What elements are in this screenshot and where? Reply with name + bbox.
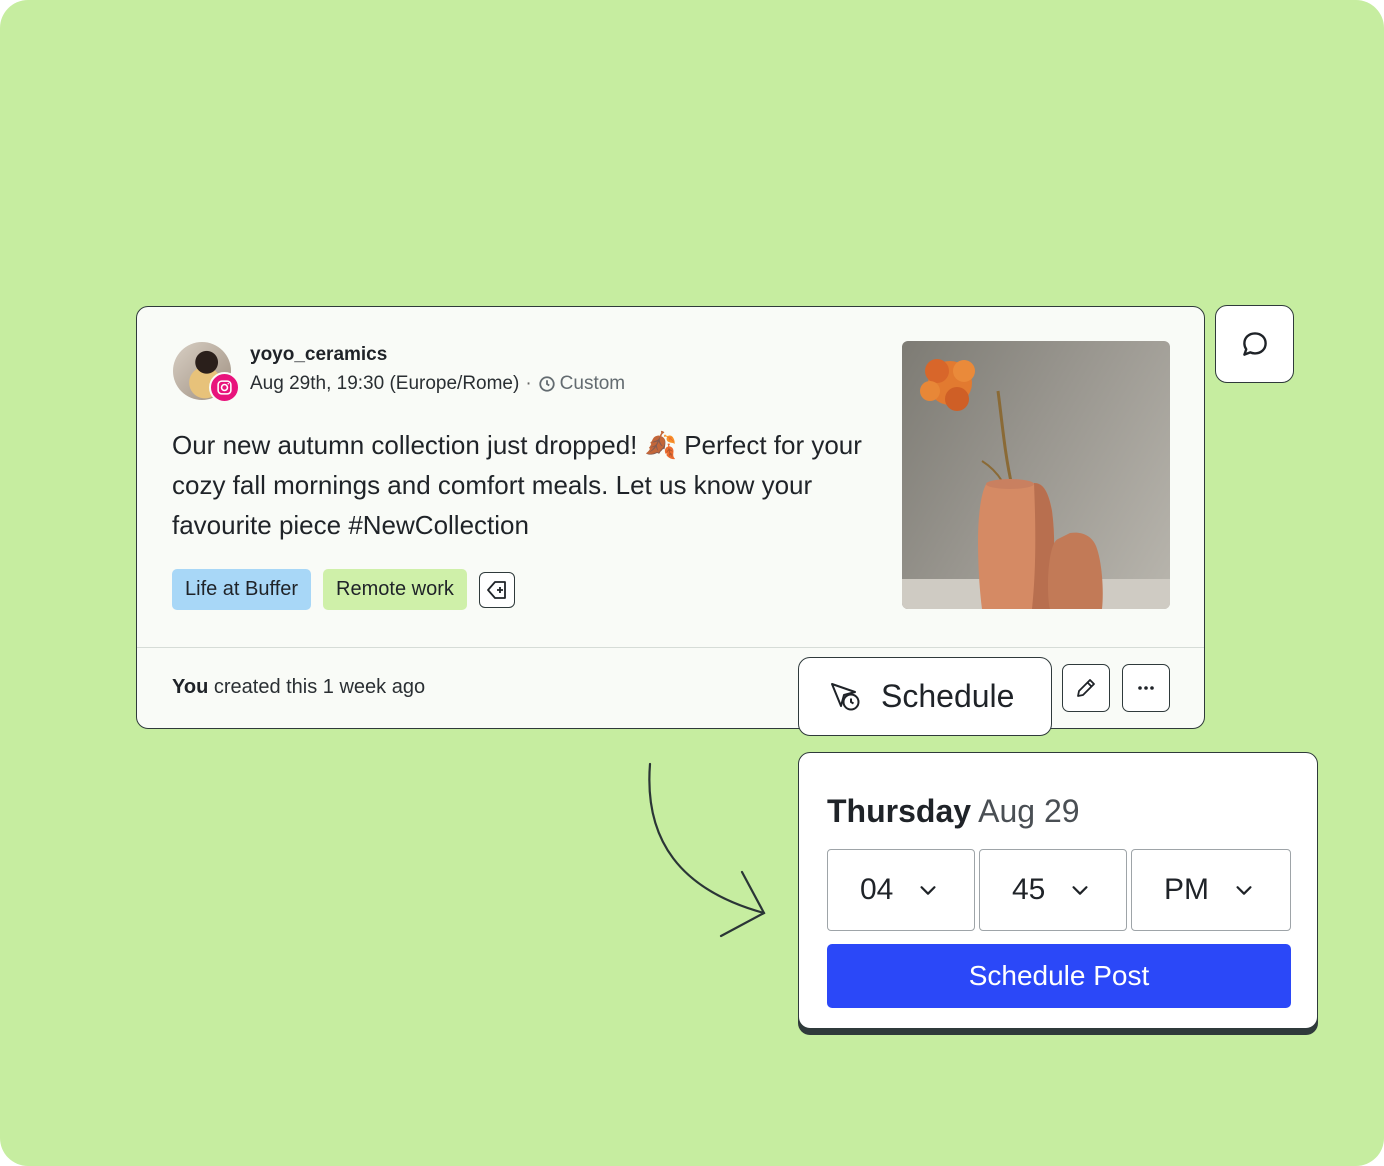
tag-remote-work[interactable]: Remote work bbox=[323, 569, 467, 610]
post-meta: Aug 29th, 19:30 (Europe/Rome) · Custom bbox=[250, 373, 625, 395]
pencil-icon bbox=[1077, 679, 1095, 697]
schedule-send-icon bbox=[831, 682, 860, 710]
tag-list: Life at Buffer Remote work bbox=[172, 569, 515, 610]
created-info: You created this 1 week ago bbox=[172, 676, 425, 699]
card-divider bbox=[137, 647, 1204, 648]
meridiem-select[interactable]: PM bbox=[1131, 849, 1291, 931]
background-canvas: yoyo_ceramics Aug 29th, 19:30 (Europe/Ro… bbox=[0, 0, 1384, 1166]
chevron-down-icon bbox=[1236, 886, 1252, 895]
account-username[interactable]: yoyo_ceramics bbox=[250, 344, 387, 366]
chevron-down-icon bbox=[1072, 886, 1088, 895]
popup-weekday: Thursday bbox=[827, 793, 972, 829]
clock-icon bbox=[538, 375, 556, 393]
chevron-down-icon bbox=[920, 886, 936, 895]
more-options-button[interactable] bbox=[1122, 664, 1170, 712]
comment-icon bbox=[1242, 332, 1267, 356]
edit-button[interactable] bbox=[1062, 664, 1110, 712]
post-text: Our new autumn collection just dropped! … bbox=[172, 430, 862, 540]
tag-life-at-buffer[interactable]: Life at Buffer bbox=[172, 569, 312, 610]
comment-button[interactable] bbox=[1215, 305, 1294, 383]
schedule-button[interactable]: Schedule bbox=[798, 657, 1052, 736]
meridiem-value: PM bbox=[1164, 873, 1209, 906]
minute-value: 45 bbox=[1012, 873, 1046, 906]
arrow-connector bbox=[648, 762, 766, 938]
instagram-icon bbox=[209, 372, 240, 403]
meta-separator: · bbox=[525, 373, 532, 394]
schedule-type-label: Custom bbox=[559, 373, 626, 394]
creator-name: You bbox=[172, 676, 209, 698]
tag-plus-icon bbox=[486, 580, 506, 599]
minute-select[interactable]: 45 bbox=[979, 849, 1127, 931]
hour-select[interactable]: 04 bbox=[827, 849, 975, 931]
popup-date: Thursday Aug 29 bbox=[827, 793, 1080, 830]
popup-date-value: Aug 29 bbox=[978, 793, 1080, 829]
hour-value: 04 bbox=[860, 873, 894, 906]
more-horizontal-icon bbox=[1138, 686, 1154, 690]
schedule-popup: Thursday Aug 29 04 45 PM Schedule Post bbox=[798, 752, 1318, 1029]
add-tag-button[interactable] bbox=[478, 571, 515, 608]
post-image[interactable] bbox=[902, 341, 1170, 609]
created-text: created this 1 week ago bbox=[208, 676, 426, 698]
post-datetime: Aug 29th, 19:30 (Europe/Rome) bbox=[250, 373, 520, 394]
schedule-post-button[interactable]: Schedule Post bbox=[827, 944, 1291, 1008]
schedule-button-label: Schedule bbox=[881, 678, 1015, 714]
